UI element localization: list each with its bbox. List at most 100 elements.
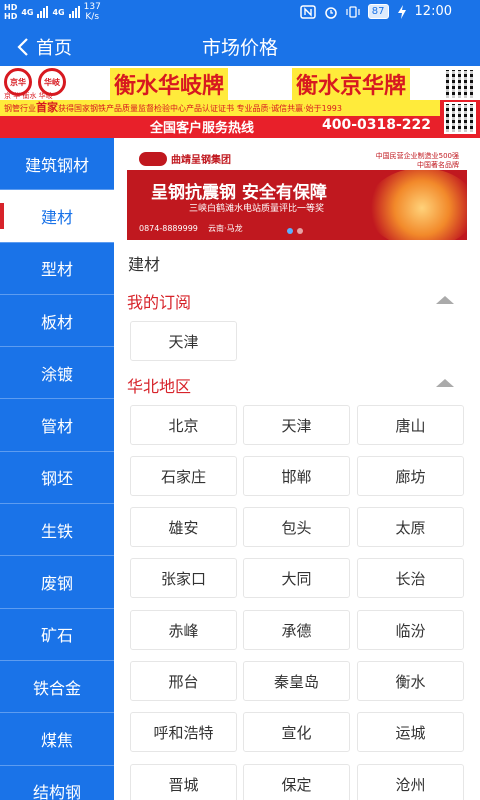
qr-code-icon [444,68,476,100]
banner-brand-huaqi: 衡水华岐牌 [110,68,229,100]
hd-label-1: HD [4,3,18,12]
carousel-dot-active[interactable] [287,228,293,234]
sidebar-item-label: 型材 [40,260,73,280]
network-speed-unit: K/s [85,12,100,22]
signal-icon [37,6,49,18]
alarm-icon [325,6,337,19]
status-right: 87 12:00 [300,4,452,19]
city-button[interactable]: 临汾 [357,610,464,650]
ad-slogan: 呈钢抗震钢 安全有保障 [151,183,327,203]
sidebar-item-billets[interactable]: 钢坯 [0,451,114,505]
battery-indicator: 87 [367,4,389,19]
city-button[interactable]: 呼和浩特 [130,712,237,752]
subscription-city-tianjin[interactable]: 天津 [130,321,237,361]
banner-slogan-highlight: 首家 [36,101,58,114]
sidebar-item-label: 钢坯 [40,469,73,489]
city-button[interactable]: 长治 [357,558,464,598]
ad-tag-2: 中国著名品牌 [417,161,459,169]
ad-location: 云南·马龙 [208,224,243,233]
qr-code-icon-2 [444,102,476,134]
city-button[interactable]: 秦皇岛 [243,661,350,701]
sidebar-item-label: 涂镀 [40,364,73,384]
city-button[interactable]: 天津 [243,405,350,445]
nfc-icon [300,4,316,19]
city-button[interactable]: 张家口 [130,558,237,598]
network-speed: 137 K/s [84,2,101,22]
sidebar-item-coal-coke[interactable]: 煤焦 [0,713,114,766]
sidebar-item-label: 建筑钢材 [24,155,89,175]
subscription-title: 我的订阅 [127,293,192,312]
sidebar-item-ore[interactable]: 矿石 [0,608,114,661]
network-type-1: 4G [21,7,34,17]
carousel-dot[interactable] [297,228,303,234]
sidebar-item-label: 板材 [40,312,73,332]
sidebar-item-label: 铁合金 [32,678,81,698]
network-speed-value: 137 [83,2,101,12]
sidebar-item-sections[interactable]: 型材 [0,242,114,295]
city-button[interactable]: 包头 [243,507,350,547]
banner-slogan: 钢管行业首家获得国家钢铁产品质量监督检验中心产品认证证书 专业品质·诚信共赢·始… [0,100,440,116]
sidebar-item-scrap[interactable]: 废钢 [0,556,114,609]
signal-icon-2 [68,6,80,18]
sidebar-item-ferroalloy[interactable]: 铁合金 [0,660,114,714]
city-button[interactable]: 雄安 [130,507,237,547]
status-bar: HD HD 4G 4G 137 K/s 87 12:00 [0,0,480,26]
ad-logo-mark-icon [139,151,167,166]
sidebar-item-label: 生铁 [40,521,73,541]
page-title: 市场价格 [201,37,278,59]
hd-indicators: HD HD [4,3,17,21]
banner-brand-jinghua: 衡水京华牌 [292,68,411,100]
collapse-subscription-icon[interactable] [436,296,454,304]
ad-company-logo: 曲靖呈钢集团 [139,151,231,166]
banner-hotline-label: 全国客户服务热线 [150,121,255,136]
title-bar: 首页 市场价格 [0,26,480,66]
category-title: 建材 [128,255,161,274]
city-button[interactable]: 宣化 [243,712,350,752]
ad-company-name: 曲靖呈钢集团 [171,155,231,166]
banner-slogan-prefix: 钢管行业 [4,104,36,113]
sidebar-item-plates[interactable]: 板材 [0,294,114,348]
city-button[interactable]: 邢台 [130,661,237,701]
city-button[interactable]: 保定 [243,764,350,800]
category-sidebar: 建筑钢材 建材 型材 板材 涂镀 管材 钢坯 生铁 废钢 矿石 铁合金 煤焦 结… [0,138,114,800]
city-button[interactable]: 承德 [243,610,350,650]
city-button[interactable]: 沧州 [357,764,464,800]
sidebar-item-building-steel[interactable]: 建筑钢材 [0,138,114,191]
city-button[interactable]: 邯郸 [243,456,350,496]
city-button[interactable]: 廊坊 [357,456,464,496]
status-left: HD HD 4G 4G 137 K/s [4,2,101,22]
city-button[interactable]: 唐山 [357,405,464,445]
clock: 12:00 [414,4,452,19]
sidebar-item-label: 结构钢 [32,783,81,800]
city-button[interactable]: 太原 [357,507,464,547]
collapse-north-china-icon[interactable] [436,379,454,387]
banner-hotline-number: 400-0318-222 [322,117,432,133]
sidebar-item-label: 矿石 [40,626,73,646]
city-button[interactable]: 赤峰 [130,610,237,650]
city-button[interactable]: 运城 [357,712,464,752]
carousel-indicators[interactable] [287,228,303,234]
sidebar-item-coated[interactable]: 涂镀 [0,347,114,400]
vibrate-icon [346,5,360,18]
network-type-2: 4G [52,7,65,17]
banner-slogan-rest: 获得国家钢铁产品质量监督检验中心产品认证证书 专业品质·诚信共赢·始于1993 [58,104,342,113]
top-banner-ad[interactable]: 京华 华岐 京 华 衡水 华岐 衡水华岐牌 衡水京华牌 钢管行业首家获得国家钢铁… [0,66,480,138]
ad-footer: 0874-8889999 云南·马龙 [139,223,243,234]
sidebar-item-label: 建材 [40,207,73,227]
sidebar-item-pig-iron[interactable]: 生铁 [0,504,114,557]
sidebar-item-structural-steel[interactable]: 结构钢 [0,765,114,800]
ad-phone: 0874-8889999 [139,224,198,233]
ad-subtitle: 三峡白鹤滩水电站质量评比一等奖 [189,204,325,214]
sidebar-item-pipes[interactable]: 管材 [0,399,114,452]
sidebar-item-building-materials[interactable]: 建材 [0,190,114,243]
content-ad-banner[interactable]: 曲靖呈钢集团 中国民营企业制造业500强 中国著名品牌 呈钢抗震钢 安全有保障 … [127,148,467,240]
sidebar-item-label: 煤焦 [40,730,73,750]
ad-decoration [367,168,467,240]
city-button[interactable]: 北京 [130,405,237,445]
city-button[interactable]: 衡水 [357,661,464,701]
city-button[interactable]: 晋城 [130,764,237,800]
city-button[interactable]: 大同 [243,558,350,598]
city-button[interactable]: 石家庄 [130,456,237,496]
hd-label-2: HD [4,12,18,21]
sidebar-item-label: 废钢 [40,574,73,594]
